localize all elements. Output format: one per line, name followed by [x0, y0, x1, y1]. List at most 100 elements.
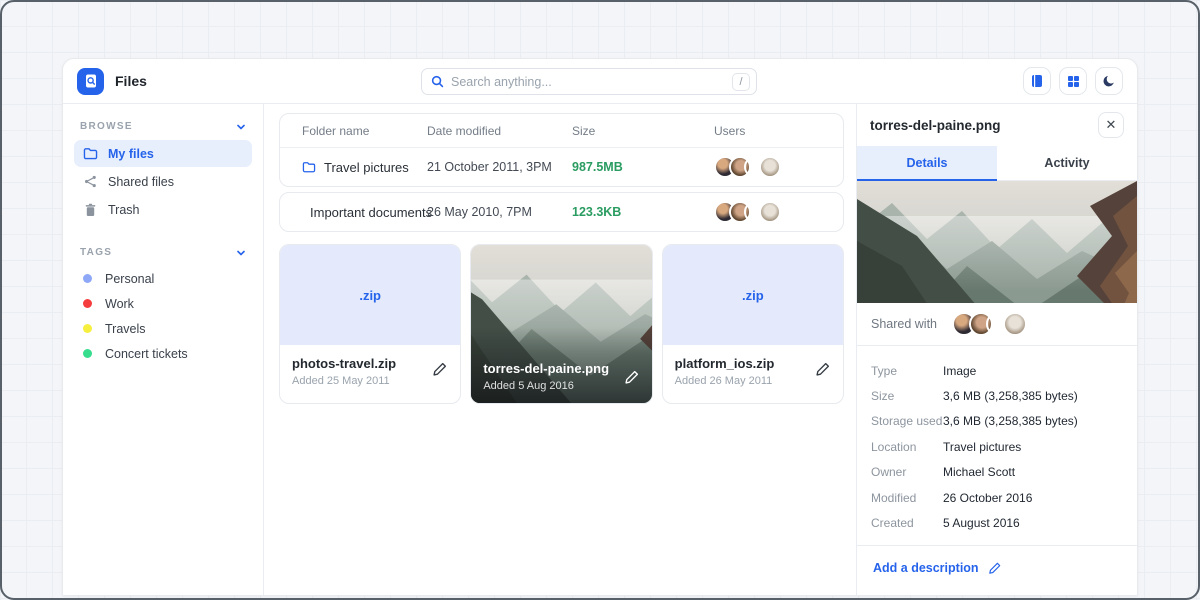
add-description-button[interactable]: Add a description — [857, 546, 1137, 590]
column-header-date-modified: Date modified — [427, 124, 572, 138]
folder-size: 123.3KB — [572, 205, 714, 219]
file-card-photos-travel[interactable]: .zip photos-travel.zip Added 25 May 2011 — [279, 244, 461, 404]
field-type: Type Image — [871, 358, 1123, 383]
pencil-icon — [988, 561, 1002, 575]
table-row[interactable]: Travel pictures 21 October 2011, 3PM 987… — [280, 148, 843, 186]
trash-icon — [83, 203, 98, 217]
browse-section-label: BROWSE — [80, 121, 133, 132]
tag-item-work[interactable]: Work — [74, 291, 252, 316]
sidebar-item-label: My files — [108, 147, 154, 161]
table-row[interactable]: Important documents 26 May 2010, 7PM 123… — [280, 193, 843, 231]
tags-section-label: TAGS — [80, 247, 112, 258]
moon-icon — [1102, 74, 1116, 88]
search-shortcut-badge: / — [732, 73, 750, 91]
search-bar[interactable]: / — [421, 68, 757, 95]
users-avatars — [714, 156, 821, 178]
field-storage-used: Storage used 3,6 MB (3,258,385 bytes) — [871, 409, 1123, 434]
file-added-date: Added 5 Aug 2016 — [483, 380, 609, 392]
shared-avatars — [952, 312, 1027, 336]
tag-label: Concert tickets — [105, 347, 188, 361]
field-owner: Owner Michael Scott — [871, 460, 1123, 485]
folder-icon — [302, 161, 316, 173]
header-actions — [1023, 67, 1123, 95]
tag-color-dot — [83, 349, 92, 358]
pencil-icon — [815, 361, 831, 377]
file-card-platform-ios[interactable]: .zip platform_ios.zip Added 26 May 2011 — [662, 244, 844, 404]
chevron-down-icon[interactable] — [236, 248, 246, 258]
zip-badge: .zip — [742, 288, 764, 303]
pencil-icon — [624, 369, 640, 385]
users-avatars — [714, 201, 821, 223]
avatar — [759, 156, 781, 178]
main-content: Folder name Date modified Size Users Tra… — [264, 104, 856, 595]
avatar — [759, 201, 781, 223]
dark-mode-button[interactable] — [1095, 67, 1123, 95]
tab-details[interactable]: Details — [857, 146, 997, 181]
edit-file-button[interactable] — [432, 361, 448, 377]
tag-item-travels[interactable]: Travels — [74, 316, 252, 341]
file-name: torres-del-paine.png — [483, 361, 609, 376]
date-modified: 26 May 2010, 7PM — [427, 205, 572, 219]
column-header-size: Size — [572, 124, 714, 138]
folder-icon — [83, 147, 98, 160]
edit-file-button[interactable] — [624, 369, 640, 385]
table-header-row: Folder name Date modified Size Users — [280, 114, 843, 148]
zip-preview: .zip — [663, 245, 843, 345]
close-icon: ✕ — [1106, 117, 1117, 133]
sidebar-item-my-files[interactable]: My files — [74, 140, 252, 167]
field-size: Size 3,6 MB (3,258,385 bytes) — [871, 383, 1123, 408]
tag-label: Work — [105, 297, 134, 311]
grid-view-button[interactable] — [1059, 67, 1087, 95]
close-panel-button[interactable]: ✕ — [1098, 112, 1124, 138]
page-title: Files — [115, 73, 147, 89]
file-name: platform_ios.zip — [675, 356, 831, 371]
folder-name: Travel pictures — [324, 160, 409, 175]
pencil-icon — [432, 361, 448, 377]
add-description-label: Add a description — [873, 561, 979, 575]
tag-item-personal[interactable]: Personal — [74, 266, 252, 291]
column-header-folder-name: Folder name — [302, 124, 427, 138]
folder-table-row-card: Important documents 26 May 2010, 7PM 123… — [279, 192, 844, 232]
file-added-date: Added 25 May 2011 — [292, 375, 448, 387]
search-icon — [431, 75, 444, 88]
tag-item-concert-tickets[interactable]: Concert tickets — [74, 341, 252, 366]
sidebar-section-browse[interactable]: BROWSE — [74, 119, 252, 140]
tag-color-dot — [83, 274, 92, 283]
column-header-users: Users — [714, 124, 821, 138]
details-tabs: Details Activity — [857, 146, 1137, 181]
file-cards-row: .zip photos-travel.zip Added 25 May 2011 — [279, 244, 844, 404]
shared-with-row: Shared with — [857, 303, 1137, 346]
folder-size: 987.5MB — [572, 160, 714, 174]
tag-label: Personal — [105, 272, 154, 286]
folder-table: Folder name Date modified Size Users Tra… — [279, 113, 844, 187]
details-image-preview — [857, 181, 1137, 303]
folder-name: Important documents — [310, 205, 432, 220]
sidebar-item-label: Shared files — [108, 175, 174, 189]
sidebar-item-shared-files[interactable]: Shared files — [74, 168, 252, 195]
app-header: Files / — [63, 59, 1137, 104]
zip-badge: .zip — [359, 288, 381, 303]
grid-icon — [1067, 75, 1080, 88]
search-input[interactable] — [451, 75, 732, 89]
app-logo-icon — [77, 68, 104, 95]
field-modified: Modified 26 October 2016 — [871, 485, 1123, 510]
notebook-button[interactable] — [1023, 67, 1051, 95]
notebook-icon — [1030, 74, 1044, 88]
sidebar: BROWSE My files — [63, 104, 264, 595]
field-location: Location Travel pictures — [871, 434, 1123, 459]
avatar — [1003, 312, 1027, 336]
file-metadata-list: Type Image Size 3,6 MB (3,258,385 bytes)… — [857, 346, 1137, 546]
tag-label: Travels — [105, 322, 146, 336]
shared-with-label: Shared with — [871, 317, 937, 331]
edit-file-button[interactable] — [815, 361, 831, 377]
share-icon — [83, 175, 98, 188]
chevron-down-icon[interactable] — [236, 122, 246, 132]
tab-activity[interactable]: Activity — [997, 146, 1137, 181]
sidebar-item-trash[interactable]: Trash — [74, 196, 252, 223]
sidebar-item-label: Trash — [108, 203, 140, 217]
file-card-torres-del-paine[interactable]: torres-del-paine.png Added 5 Aug 2016 — [470, 244, 652, 404]
sidebar-section-tags[interactable]: TAGS — [74, 245, 252, 266]
date-modified: 21 October 2011, 3PM — [427, 160, 572, 174]
file-name: photos-travel.zip — [292, 356, 448, 371]
field-created: Created 5 August 2016 — [871, 510, 1123, 535]
